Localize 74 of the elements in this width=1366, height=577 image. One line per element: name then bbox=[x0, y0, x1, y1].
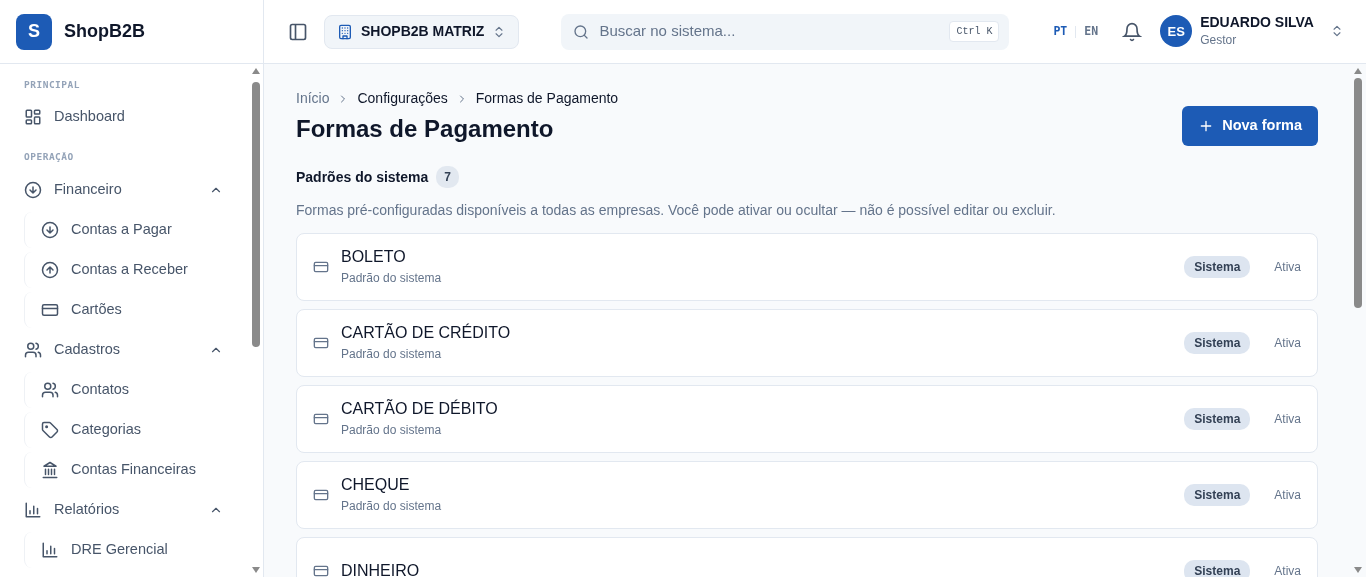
nav-subitem[interactable]: Contas a Pagar bbox=[24, 211, 225, 248]
nav-subitem[interactable]: DRE Gerencial bbox=[24, 531, 225, 568]
scroll-down-icon[interactable] bbox=[252, 567, 260, 573]
section-title: Padrões do sistema bbox=[296, 167, 429, 187]
users-icon bbox=[41, 380, 59, 399]
brand-name: ShopB2B bbox=[64, 20, 145, 43]
users-icon bbox=[24, 340, 42, 359]
method-name: CARTÃO DE CRÉDITO bbox=[341, 323, 512, 343]
tag-icon bbox=[41, 420, 59, 439]
system-badge: Sistema bbox=[1184, 560, 1251, 577]
status-text: Ativa bbox=[1274, 259, 1301, 276]
scroll-up-icon[interactable] bbox=[252, 68, 260, 74]
search-bar[interactable]: Buscar no sistema... Ctrl K bbox=[561, 13, 1010, 50]
system-badge: Sistema bbox=[1184, 256, 1251, 278]
language-option[interactable]: PT bbox=[1053, 22, 1068, 41]
count-badge: 7 bbox=[436, 166, 459, 188]
section-label: OPERAÇÃO bbox=[24, 150, 75, 165]
dashboard-icon bbox=[24, 108, 42, 127]
keyboard-shortcut: Ctrl K bbox=[949, 21, 1000, 42]
nav-item[interactable]: Financeiro bbox=[24, 174, 225, 205]
method-name: DINHEIRO bbox=[341, 561, 421, 577]
system-badge: Sistema bbox=[1184, 408, 1251, 430]
scrollbar-thumb[interactable] bbox=[252, 82, 260, 347]
page-title: Formas de Pagamento bbox=[296, 115, 555, 144]
nav-subitem[interactable]: Contatos bbox=[24, 371, 225, 408]
arrow-down-circle-icon bbox=[41, 220, 59, 239]
credit-card-icon bbox=[313, 487, 329, 503]
method-subtitle: Padrão do sistema bbox=[341, 345, 443, 363]
status-text: Ativa bbox=[1274, 563, 1301, 577]
status-text: Ativa bbox=[1274, 487, 1301, 504]
scroll-down-icon[interactable] bbox=[1354, 567, 1362, 573]
credit-card-icon bbox=[313, 259, 329, 275]
search-field[interactable]: Buscar no sistema... bbox=[597, 19, 942, 44]
nav-item[interactable]: Dashboard bbox=[24, 102, 225, 133]
arrow-down-circle-icon bbox=[24, 180, 42, 199]
scroll-up-icon[interactable] bbox=[1354, 68, 1362, 74]
logo-icon: S bbox=[16, 13, 52, 50]
method-subtitle: Padrão do sistema bbox=[341, 497, 443, 515]
nav-subitem[interactable]: Contas Financeiras bbox=[24, 451, 225, 488]
company-selector[interactable]: SHOPB2B MATRIZ bbox=[324, 14, 520, 49]
bank-icon bbox=[41, 460, 59, 479]
credit-card-icon bbox=[313, 563, 329, 577]
user-name: EDUARDO SILVA bbox=[1200, 14, 1314, 31]
status-text: Ativa bbox=[1274, 335, 1301, 352]
nav-subitem[interactable]: Cartões bbox=[24, 291, 225, 328]
bar-chart-icon bbox=[41, 540, 59, 559]
nav-item[interactable]: Relatórios bbox=[24, 494, 225, 525]
breadcrumb-item[interactable]: Início bbox=[296, 88, 330, 109]
method-name: BOLETO bbox=[341, 247, 407, 267]
scrollbar-thumb[interactable] bbox=[1354, 78, 1362, 308]
credit-card-icon bbox=[313, 411, 329, 427]
method-subtitle: Padrão do sistema bbox=[341, 421, 443, 439]
nav-item[interactable]: Cadastros bbox=[24, 334, 225, 365]
system-badge: Sistema bbox=[1184, 484, 1251, 506]
search-icon bbox=[573, 23, 590, 40]
user-role: Gestor bbox=[1200, 31, 1238, 49]
method-name: CARTÃO DE DÉBITO bbox=[341, 399, 499, 419]
method-name: CHEQUE bbox=[341, 475, 411, 495]
nav-subitem[interactable]: Contas a Receber bbox=[24, 251, 225, 288]
credit-card-icon bbox=[313, 335, 329, 351]
status-text: Ativa bbox=[1274, 411, 1301, 428]
nav-subitem[interactable]: Categorias bbox=[24, 411, 225, 448]
system-badge: Sistema bbox=[1184, 332, 1251, 354]
user-avatar: ES bbox=[1160, 15, 1193, 48]
method-subtitle: Padrão do sistema bbox=[341, 269, 443, 287]
breadcrumb-item: Formas de Pagamento bbox=[475, 89, 619, 108]
section-label: PRINCIPAL bbox=[24, 78, 81, 92]
bar-chart-icon bbox=[24, 500, 42, 519]
arrow-up-circle-icon bbox=[41, 260, 59, 279]
breadcrumb-item[interactable]: Configurações bbox=[357, 88, 448, 109]
building-icon bbox=[337, 23, 353, 40]
new-button[interactable]: Nova forma bbox=[1182, 106, 1318, 146]
language-option[interactable]: EN bbox=[1084, 22, 1099, 41]
section-description: Formas pré-configuradas disponíveis a todas as empresas. Você pode ativar ou ocultar — não é possível editar ou excluir. bbox=[296, 201, 1057, 220]
